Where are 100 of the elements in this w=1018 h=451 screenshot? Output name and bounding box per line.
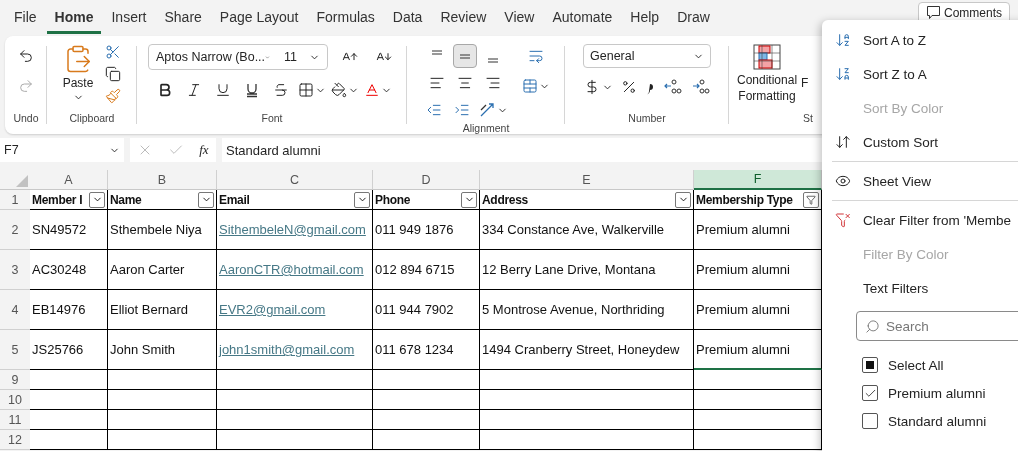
column-header[interactable]: E	[480, 170, 694, 190]
name-box[interactable]: F7	[0, 138, 124, 162]
ribbon-tab[interactable]: Draw	[669, 0, 718, 34]
custom-sort-icon[interactable]	[835, 134, 851, 150]
filter-button[interactable]	[803, 191, 819, 208]
wrap-text-icon[interactable]	[528, 48, 544, 64]
table-cell: SN49572	[30, 210, 108, 250]
copy-icon[interactable]	[105, 66, 122, 82]
row-header[interactable]: 3	[0, 250, 30, 290]
align-center-icon[interactable]	[457, 75, 473, 91]
filter-value-item[interactable]: Standard alumni	[822, 407, 1018, 435]
filter-icon	[806, 194, 816, 205]
ribbon-tab[interactable]: Share	[156, 0, 210, 34]
row-header[interactable]: 2	[0, 210, 30, 250]
borders-icon[interactable]	[297, 82, 314, 98]
table-cell: 334 Constance Ave, Walkerville	[480, 210, 694, 250]
table-header-cell: Membership Type	[694, 190, 822, 210]
ribbon-tab[interactable]: Review	[432, 0, 495, 34]
orientation-icon[interactable]	[478, 101, 496, 119]
group-label: Font	[261, 112, 283, 126]
table-header-cell: Email	[217, 190, 373, 210]
table-cell: John Smith	[108, 330, 217, 370]
group-label: Alignment	[462, 122, 510, 134]
menu-item[interactable]: Clear Filter from 'Membe	[822, 203, 1018, 237]
filter-button[interactable]	[198, 191, 214, 208]
filter-value-item[interactable]: Premium alumni	[822, 379, 1018, 407]
format-button[interactable]: F	[801, 76, 809, 90]
row-header[interactable]: 5	[0, 330, 30, 370]
filter-value-item[interactable]: Select All	[822, 351, 1018, 379]
ribbon-tab[interactable]: File	[6, 0, 45, 34]
eye-icon[interactable]	[835, 173, 851, 189]
decrease-decimal-icon[interactable]	[690, 78, 711, 96]
format-painter-icon[interactable]	[105, 88, 122, 104]
underline-icon[interactable]	[214, 82, 231, 98]
column-header[interactable]: B	[108, 170, 217, 190]
table-cell: 5 Montrose Avenue, Northriding	[480, 290, 694, 330]
percent-icon[interactable]	[620, 79, 637, 95]
checkbox[interactable]	[862, 385, 878, 401]
font-name-dropdown[interactable]: Aptos Narrow (Bo...	[149, 45, 277, 69]
ribbon-tab[interactable]: Help	[622, 0, 668, 34]
ribbon-tab[interactable]: Data	[384, 0, 431, 34]
number-format-dropdown[interactable]: General	[583, 44, 711, 68]
search-field[interactable]: Search	[856, 311, 1018, 341]
conditional-formatting-button[interactable]: Conditional Formatting	[737, 72, 798, 104]
filter-button[interactable]	[354, 191, 370, 208]
email-link[interactable]: SithembeleN@gmail.com	[217, 210, 373, 250]
checkbox[interactable]	[862, 357, 878, 373]
row-header[interactable]: 10	[0, 390, 30, 410]
table-cell: 012 894 6715	[373, 250, 480, 290]
filter-button[interactable]	[461, 191, 477, 208]
group-label: Clipboard	[69, 112, 115, 126]
ribbon-tab[interactable]: Insert	[103, 0, 155, 34]
email-link[interactable]: EVR2@gmail.com	[217, 290, 373, 330]
sort-ascending-icon[interactable]	[835, 32, 851, 48]
conditional-formatting-icon[interactable]	[753, 44, 781, 70]
table-cell: AC30248	[30, 250, 108, 290]
ribbon-tab[interactable]: Page Layout	[211, 0, 307, 34]
email-link[interactable]: john1smith@gmail.com	[217, 330, 373, 370]
filter-button[interactable]	[675, 191, 691, 208]
ribbon-tab[interactable]: Automate	[544, 0, 621, 34]
table-header-cell: Name	[108, 190, 217, 210]
font-color-icon[interactable]	[363, 82, 380, 98]
ribbon-tab[interactable]: Formulas	[308, 0, 383, 34]
email-link[interactable]: AaronCTR@hotmail.com	[217, 250, 373, 290]
row-header[interactable]: 4	[0, 290, 30, 330]
menu-item[interactable]: Sort Z to A	[822, 57, 1018, 91]
increase-decimal-icon[interactable]	[662, 78, 683, 96]
clear-filter-icon[interactable]	[835, 212, 851, 228]
row-header[interactable]: 9	[0, 370, 30, 390]
fill-color-icon[interactable]	[330, 82, 347, 98]
column-header[interactable]: F	[694, 170, 822, 190]
table-cell: 011 678 1234	[373, 330, 480, 370]
table-cell: 1494 Cranberry Street, Honeydew	[480, 330, 694, 370]
table-header-cell: Phone	[373, 190, 480, 210]
align-right-icon[interactable]	[485, 75, 501, 91]
group-label: Undo	[13, 112, 39, 126]
group-label: St	[803, 112, 813, 126]
row-header[interactable]: 12	[0, 430, 30, 450]
column-header[interactable]: D	[373, 170, 480, 190]
menu-item[interactable]: Text Filters	[822, 271, 1018, 305]
ribbon-tab[interactable]: View	[496, 0, 543, 34]
column-header[interactable]: A	[30, 170, 108, 190]
font-size-dropdown[interactable]: 11	[277, 45, 327, 69]
insert-function-button[interactable]: fx	[199, 142, 209, 158]
cut-icon[interactable]	[105, 44, 122, 60]
sort-descending-icon[interactable]	[835, 66, 851, 82]
align-left-icon[interactable]	[429, 75, 445, 91]
checkbox[interactable]	[862, 413, 878, 429]
increase-indent-icon[interactable]	[454, 102, 470, 118]
merge-cells-icon[interactable]	[522, 78, 538, 94]
column-header[interactable]: C	[217, 170, 373, 190]
strikethrough-icon[interactable]	[272, 82, 289, 98]
paste-button[interactable]: Paste	[62, 76, 94, 90]
decrease-indent-icon[interactable]	[426, 102, 442, 118]
menu-item[interactable]: Sheet View	[822, 164, 1018, 198]
filter-button[interactable]	[89, 191, 105, 208]
row-header[interactable]: 11	[0, 410, 30, 430]
undo-icon[interactable]	[18, 48, 34, 64]
row-header[interactable]: 1	[0, 190, 30, 210]
table-cell: Elliot Bernard	[108, 290, 217, 330]
